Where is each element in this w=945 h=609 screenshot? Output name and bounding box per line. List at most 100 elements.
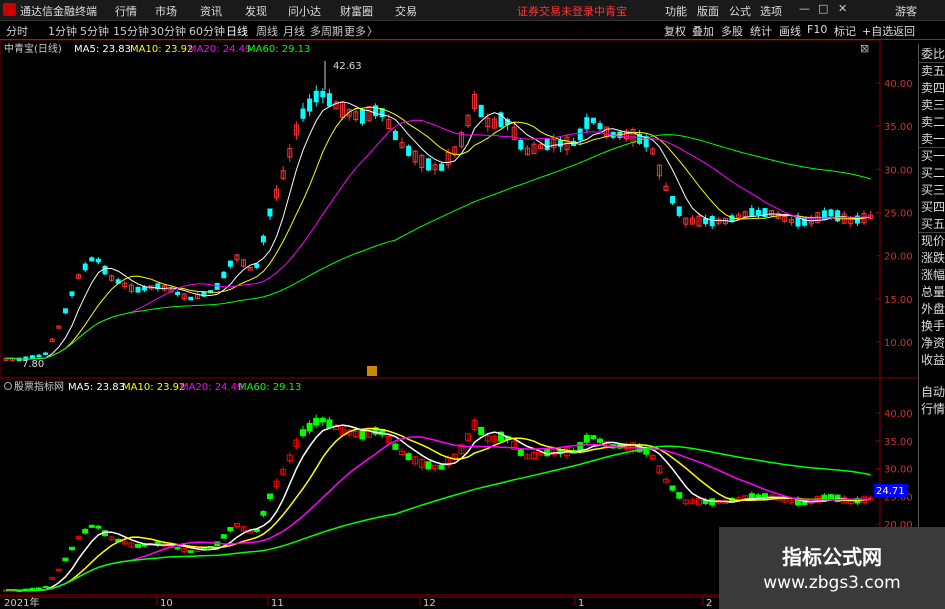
- candle-body: [406, 145, 412, 156]
- main-y-axis: 40.00 35.00 30.00 25.00 20.00 15.00 10.00: [876, 79, 913, 349]
- candle-body: [359, 429, 366, 440]
- sub-y-label: 30.00: [884, 465, 913, 476]
- watermark-title: 指标公式网: [782, 545, 882, 569]
- candle-body: [392, 130, 398, 141]
- btn-mark[interactable]: 标记: [834, 23, 856, 39]
- candle-body: [267, 208, 273, 217]
- candle-body: [82, 528, 89, 534]
- candle-body: [326, 419, 333, 429]
- candle-body: [584, 117, 590, 129]
- btn-overlay[interactable]: 叠加: [692, 23, 714, 39]
- link-function[interactable]: 功能: [665, 3, 687, 19]
- period-more[interactable]: 更多: [344, 23, 366, 39]
- candle-body: [220, 534, 227, 539]
- main-y-label: 20.00: [884, 252, 913, 263]
- btn-multi-stock[interactable]: 多股: [721, 23, 743, 39]
- close-icon[interactable]: ✕: [838, 2, 847, 15]
- period-1min[interactable]: 1分钟: [48, 23, 77, 39]
- sub-ma5-label: MA5: 23.83: [68, 382, 125, 393]
- link-formula[interactable]: 公式: [729, 3, 751, 19]
- chevron-right-icon[interactable]: 〉: [367, 23, 378, 39]
- candle-body: [95, 258, 101, 263]
- period-15min[interactable]: 15分钟: [113, 23, 149, 39]
- candle-body: [835, 210, 841, 222]
- sub-ma60-label: MA60: 29.13: [238, 382, 301, 393]
- menu-discover[interactable]: 发现: [245, 3, 267, 19]
- side-item-7: 买二: [921, 166, 945, 180]
- candle-body: [313, 90, 319, 103]
- btn-back[interactable]: 返回: [893, 23, 915, 39]
- candle-body: [267, 493, 273, 500]
- x-label-feb: 2: [706, 598, 712, 609]
- title-stock-name: 中青宝: [594, 5, 627, 18]
- menu-quotes[interactable]: 行情: [115, 3, 137, 19]
- candle-body: [174, 547, 181, 550]
- minimize-icon[interactable]: —: [799, 2, 810, 15]
- period-60min[interactable]: 60分钟: [189, 23, 225, 39]
- candle-body: [62, 557, 69, 562]
- candle-body: [828, 209, 834, 217]
- quote-side-panel: 委比 卖五 卖四 卖三 卖二 卖一 买一 买二 买三 买四 买五 现价 涨跌 涨幅 总量 外盘 换手 净资 收益 自动…: [918, 44, 945, 607]
- candle-body: [221, 271, 227, 279]
- link-layout[interactable]: 版面: [697, 3, 719, 19]
- chart-area[interactable]: 中青宝(日线) MA5: 23.83 MA10: 23.92 MA20: 24.…: [0, 40, 918, 609]
- candle-body: [676, 492, 683, 499]
- x-label-dec: 12: [423, 598, 436, 609]
- period-daily[interactable]: 日线: [226, 23, 248, 39]
- menu-market[interactable]: 市场: [155, 3, 177, 19]
- main-y-label: 35.00: [884, 122, 913, 133]
- event-marker-icon[interactable]: [367, 366, 377, 376]
- candle-body: [43, 352, 49, 355]
- main-y-label: 25.00: [884, 209, 913, 220]
- side-item-6: 买一: [921, 149, 945, 163]
- period-weekly[interactable]: 周线: [256, 23, 278, 39]
- candle-body: [676, 206, 682, 216]
- period-5min[interactable]: 5分钟: [80, 23, 109, 39]
- candle-body: [62, 308, 68, 314]
- candle-body: [102, 265, 108, 275]
- side-item-1: 卖五: [921, 64, 945, 78]
- candle-body: [755, 494, 762, 499]
- candle-body: [438, 464, 445, 470]
- low-price-label: 7.80: [22, 359, 44, 370]
- candle-body: [590, 435, 597, 440]
- close-panel-icon[interactable]: ⊠: [860, 42, 869, 55]
- side-item-15: 外盘: [921, 302, 945, 316]
- candle-body: [227, 260, 233, 267]
- candle-body: [703, 218, 709, 225]
- main-ma10-label: MA10: 23.92: [130, 44, 193, 55]
- btn-stats[interactable]: 统计: [750, 23, 772, 39]
- login-warning[interactable]: 证券交易未登录: [517, 3, 594, 19]
- candle-body: [597, 123, 603, 130]
- candle-body: [748, 493, 755, 500]
- candle-body: [36, 354, 42, 358]
- candle-body: [517, 449, 524, 456]
- side-item-8: 买三: [921, 183, 945, 197]
- maximize-icon[interactable]: □: [818, 2, 828, 15]
- sub-y-label: 35.00: [884, 437, 913, 448]
- sub-settings-icon[interactable]: [4, 382, 12, 390]
- link-options[interactable]: 选项: [760, 3, 782, 19]
- candle-body: [88, 524, 95, 528]
- btn-draw[interactable]: 画线: [779, 23, 801, 39]
- btn-adjust[interactable]: 复权: [664, 23, 686, 39]
- menu-assistant[interactable]: 问小达: [288, 3, 321, 19]
- menu-trade[interactable]: 交易: [395, 3, 417, 19]
- period-monthly[interactable]: 月线: [283, 23, 305, 39]
- period-tick[interactable]: 分时: [6, 23, 28, 39]
- btn-f10[interactable]: F10: [807, 23, 827, 36]
- menu-news[interactable]: 资讯: [200, 3, 222, 19]
- side-item-19[interactable]: 自动: [921, 384, 945, 400]
- side-item-20[interactable]: 行情: [921, 401, 945, 417]
- period-30min[interactable]: 30分钟: [150, 23, 186, 39]
- candle-body: [828, 494, 834, 499]
- period-multi[interactable]: 多周期: [310, 23, 343, 39]
- main-chart-title: 中青宝(日线): [4, 42, 62, 55]
- candle-body: [670, 196, 676, 204]
- menu-wealth[interactable]: 财富圈: [340, 3, 373, 19]
- btn-add-watch[interactable]: +自选: [862, 23, 893, 39]
- candle-body: [175, 291, 181, 295]
- side-item-5: 卖一: [921, 132, 945, 146]
- user-label[interactable]: 游客: [895, 3, 917, 19]
- candle-body: [69, 291, 75, 296]
